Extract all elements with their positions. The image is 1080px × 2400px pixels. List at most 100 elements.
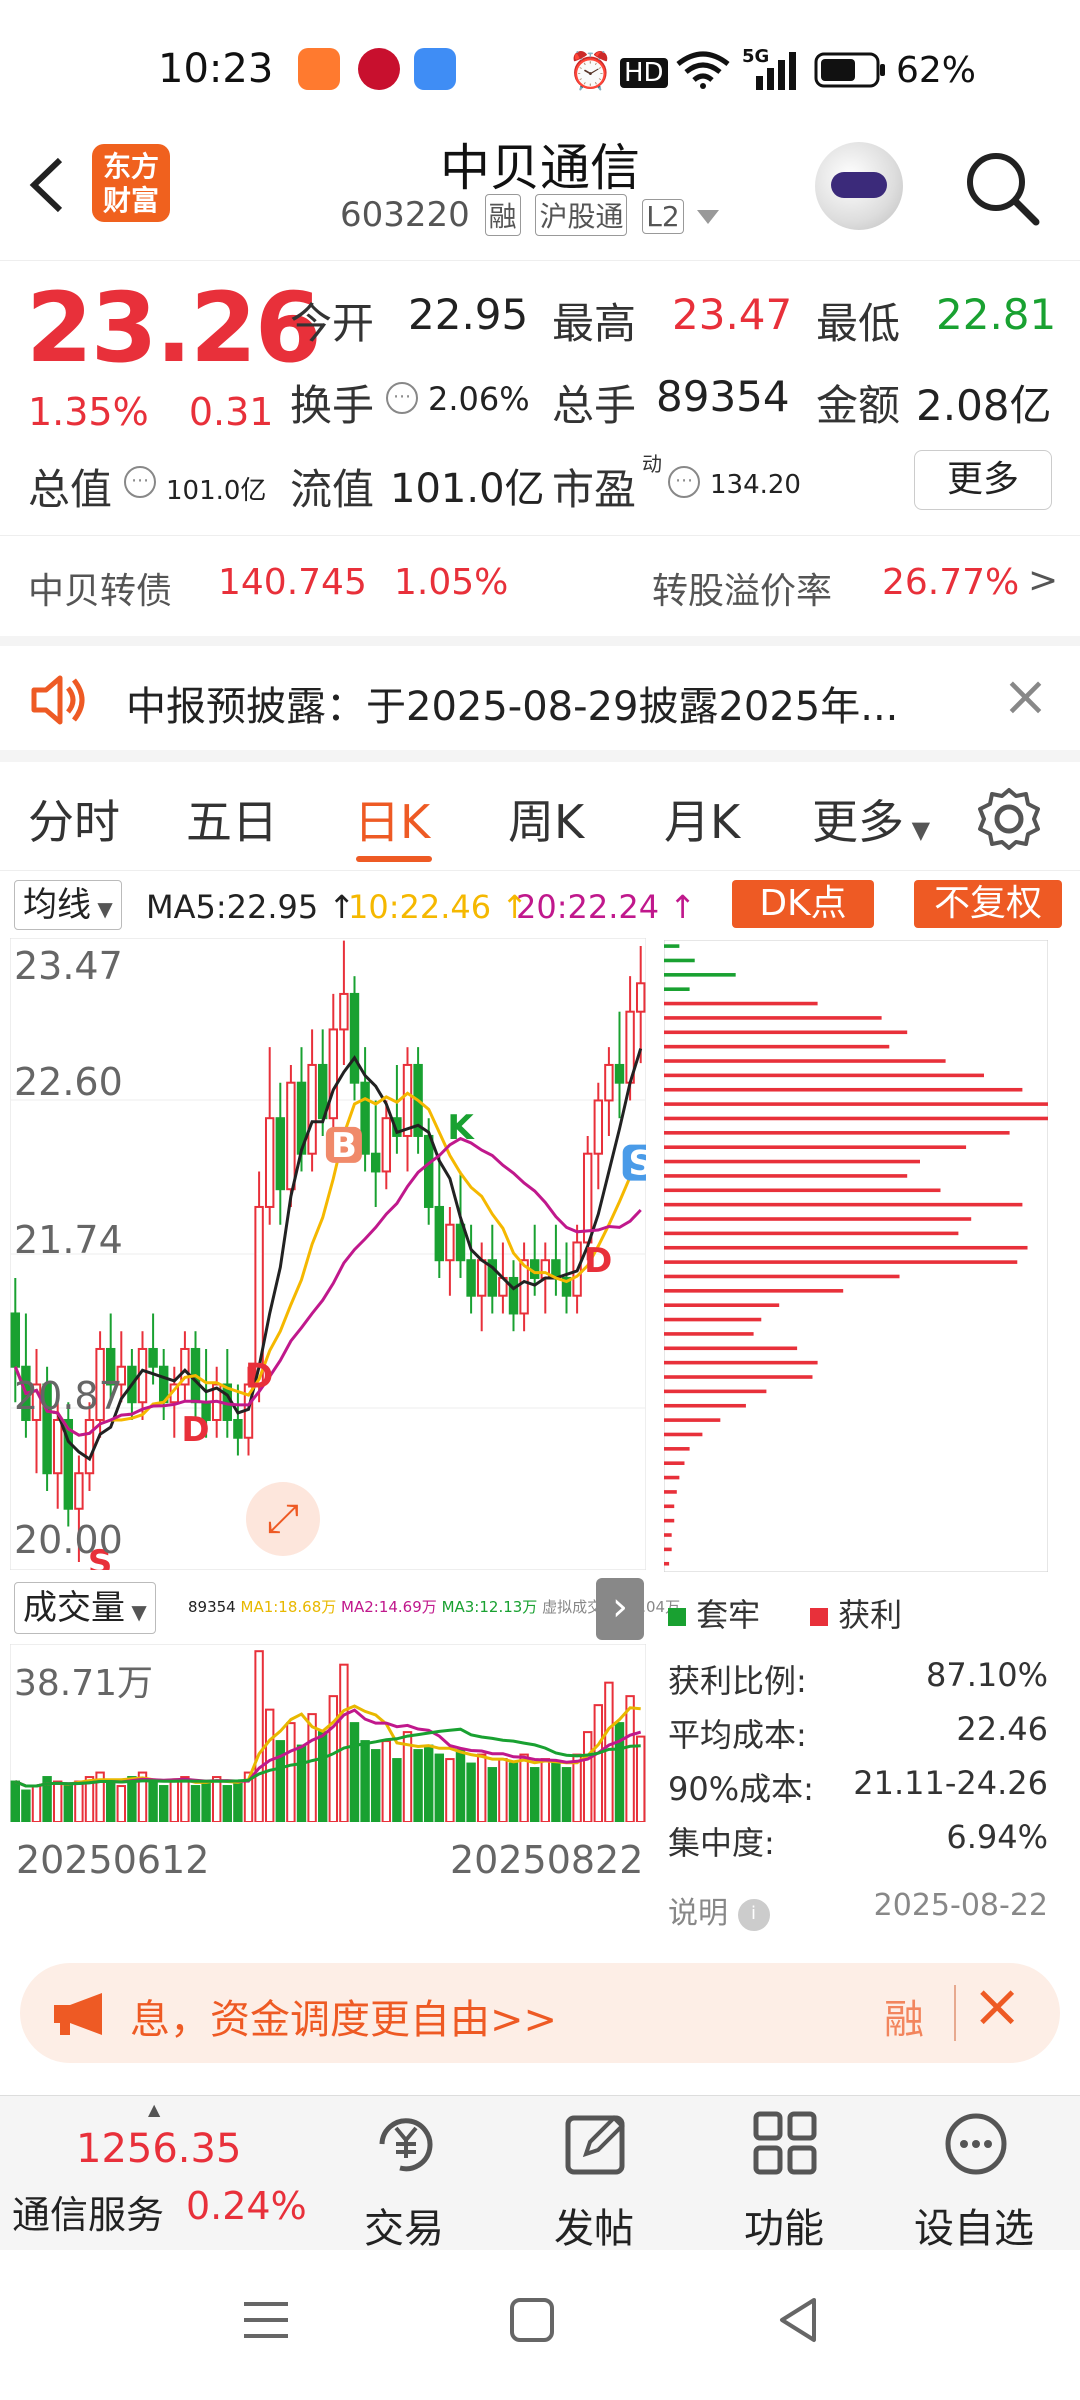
indicator-selector[interactable]: 均线 ▼: [14, 880, 122, 930]
profit-label: 获利: [838, 1596, 903, 1634]
volume-bar: [498, 1758, 508, 1822]
turnover-value: 2.06%: [428, 380, 530, 418]
info-icon[interactable]: ⋯: [386, 382, 418, 414]
open-value: 22.95: [408, 290, 529, 339]
nav-functions[interactable]: 功能: [704, 2096, 864, 2252]
volume-ma2: MA2:14.69万: [341, 1598, 437, 1616]
volume-selector[interactable]: 成交量 ▼: [14, 1582, 156, 1634]
candle-body: [148, 1347, 158, 1368]
tab-intraday[interactable]: 分时: [28, 786, 120, 852]
cost-bar-profit: [664, 1087, 1023, 1092]
candle-body: [74, 1472, 84, 1510]
tab-more[interactable]: 更多 ▼: [812, 786, 930, 852]
tab-daily-k[interactable]: 日K: [354, 786, 430, 852]
candle-body: [307, 1063, 317, 1155]
caret-up-icon: ▲: [148, 2100, 161, 2119]
volume-bar: [561, 1767, 572, 1822]
close-icon[interactable]: ×: [972, 1971, 1022, 2041]
gear-icon[interactable]: [976, 786, 1042, 852]
volume-bar: [211, 1776, 222, 1822]
candle-body: [508, 1276, 519, 1315]
volume-bar: [349, 1722, 360, 1822]
index-name[interactable]: 通信服务: [12, 2184, 164, 2239]
legend-profit: 获利: [810, 1590, 902, 1636]
no-adjust-button[interactable]: 不复权: [914, 880, 1062, 928]
mktcap-label: 总值: [28, 465, 113, 514]
volume-bar: [10, 1780, 21, 1822]
stock-code-row[interactable]: 603220 融 沪股通 L2: [340, 194, 721, 236]
volume-bar: [593, 1704, 604, 1822]
note-label: 说明: [668, 1896, 728, 1931]
stock-code: 603220: [340, 195, 470, 235]
close-icon[interactable]: ×: [1002, 664, 1049, 729]
cost-bar-profit: [664, 1245, 1028, 1250]
cost-bar-profit: [664, 1145, 967, 1149]
tab-weekly-k[interactable]: 周K: [508, 786, 584, 852]
more-quote-button[interactable]: 更多: [914, 450, 1052, 510]
cost-bar-profit: [664, 1490, 677, 1494]
menu-icon[interactable]: [236, 2290, 296, 2350]
volume-label: 成交量: [23, 1588, 125, 1628]
stock-name[interactable]: 中贝通信: [0, 128, 1080, 200]
volume-bar: [466, 1762, 476, 1822]
volume-bar: [572, 1753, 582, 1822]
cost-bar-profit: [664, 1260, 1018, 1264]
trade-yen-icon: [379, 2118, 433, 2172]
wifi-icon: [676, 51, 730, 89]
index-value[interactable]: 1256.35: [76, 2126, 241, 2172]
change-amount: 0.31: [188, 390, 274, 434]
price-change: 1.35% 0.31: [28, 390, 273, 434]
cost-bar-trapped: [664, 987, 690, 991]
cost-bar-profit: [664, 1389, 767, 1394]
signal-marker: D: [181, 1410, 209, 1450]
chevron-right-icon[interactable]: ›: [596, 1578, 644, 1640]
tab-five-day[interactable]: 五日: [186, 786, 278, 852]
signal-marker: D: [245, 1357, 273, 1397]
candle-body: [635, 982, 646, 1013]
bond-price: 140.745: [218, 562, 367, 603]
notice-bar[interactable]: 中报预披露：于2025-08-29披露2025年... ×: [0, 650, 1080, 762]
ma10-value: 10:22.46 ↑: [348, 888, 529, 926]
cost-bar-trapped: [664, 944, 680, 948]
dk-point-button[interactable]: DK点: [732, 880, 874, 928]
nav-functions-label: 功能: [744, 2206, 824, 2252]
cost-bar-profit: [664, 1375, 813, 1379]
nav-trade[interactable]: 交易: [324, 2096, 484, 2252]
cost-date: 2025-08-22: [873, 1888, 1048, 1923]
tab-monthly-k[interactable]: 月K: [664, 786, 740, 852]
promo-banner[interactable]: 息，资金调度更自由>> 融 ×: [20, 1963, 1060, 2063]
convertible-bond-row[interactable]: 中贝转债 140.745 1.05% 转股溢价率 26.77% >: [0, 535, 1080, 646]
dropdown-triangle-icon: ▼: [91, 897, 113, 921]
volume-bar: [127, 1776, 137, 1822]
price-axis-label: 20.87: [14, 1374, 123, 1418]
amount-label: 金额: [816, 381, 901, 430]
volume-bar: [264, 1708, 275, 1822]
float-cap-label: 流值: [290, 465, 375, 514]
back-triangle-icon[interactable]: [768, 2290, 828, 2350]
nav-post[interactable]: 发帖: [514, 2096, 674, 2252]
candle-body: [286, 1081, 296, 1191]
volume-bar: [476, 1753, 487, 1822]
bond-name: 中贝转债: [28, 571, 173, 612]
cost-bar-profit: [664, 1202, 1023, 1207]
volume-bar: [551, 1762, 561, 1822]
candle-body: [10, 1312, 21, 1368]
ma20-text: 20:22.24: [516, 888, 660, 926]
cost-row-label: 90%成本:: [668, 1770, 814, 1808]
candle-body: [339, 992, 349, 1031]
cost-bar-profit: [664, 1030, 908, 1035]
home-icon[interactable]: [502, 2290, 562, 2350]
expand-chart-icon[interactable]: ⤢: [246, 1482, 320, 1556]
search-icon[interactable]: [962, 148, 1042, 228]
banner-text-scroll: 融: [884, 1997, 924, 2043]
volume-ma1: MA1:18.68万: [240, 1598, 337, 1616]
tag-l2: L2: [642, 199, 684, 234]
assistant-robot-icon[interactable]: [815, 142, 903, 230]
info-icon[interactable]: ⋯: [124, 466, 156, 498]
note-link[interactable]: 说明 i: [668, 1888, 770, 1932]
volume-bar: [105, 1780, 116, 1822]
edit-post-icon: [565, 2115, 625, 2175]
dropdown-triangle-icon: [696, 210, 719, 224]
info-icon[interactable]: ⋯: [668, 466, 700, 498]
nav-add-watchlist[interactable]: 设自选: [894, 2096, 1054, 2252]
